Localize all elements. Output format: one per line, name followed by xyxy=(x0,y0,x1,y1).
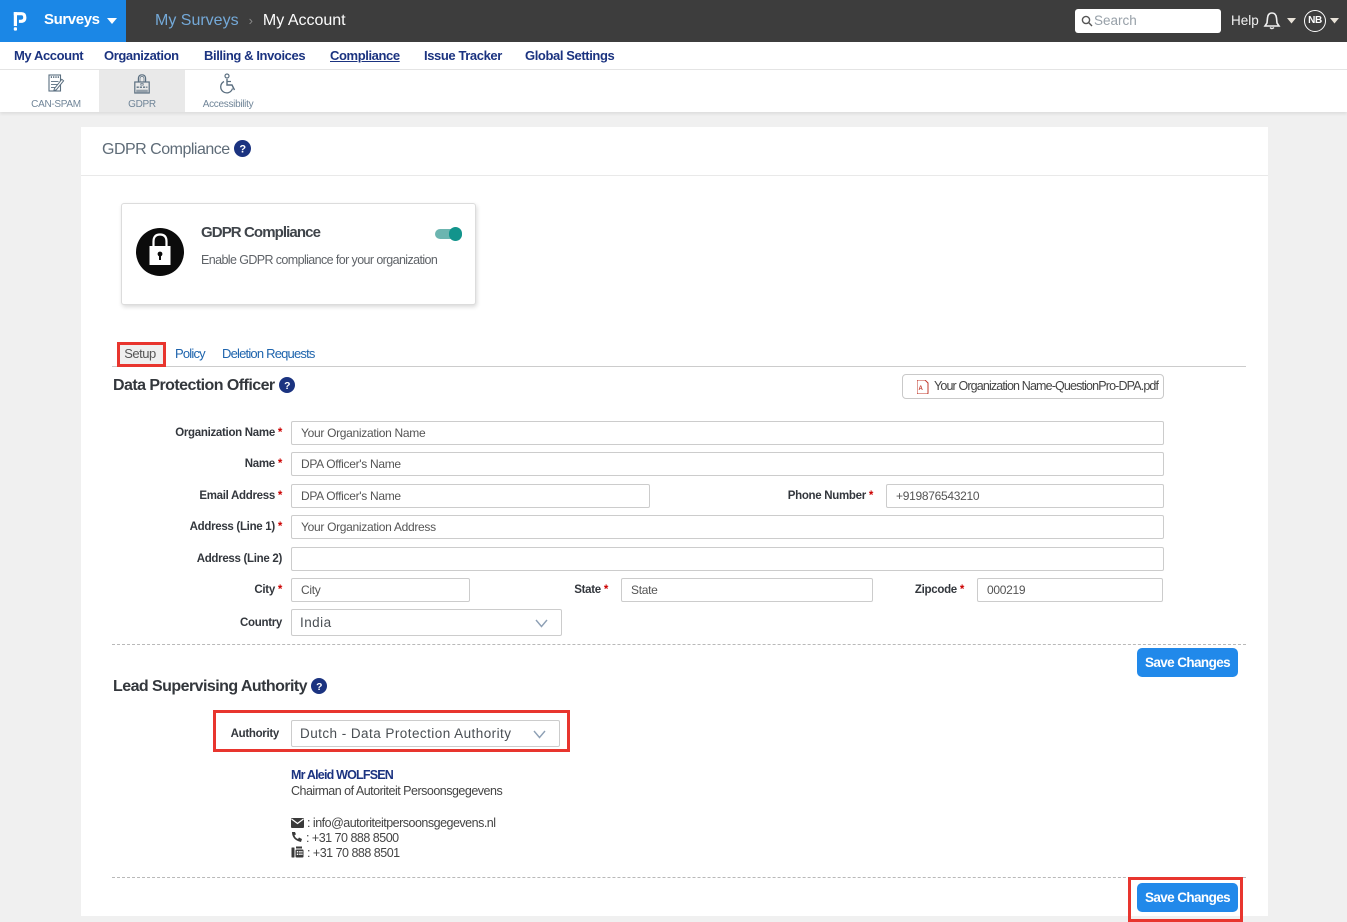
svg-text:?: ? xyxy=(239,144,246,156)
svg-text:?: ? xyxy=(316,682,322,693)
svg-text:A: A xyxy=(919,386,924,392)
svg-text:?: ? xyxy=(284,381,290,392)
